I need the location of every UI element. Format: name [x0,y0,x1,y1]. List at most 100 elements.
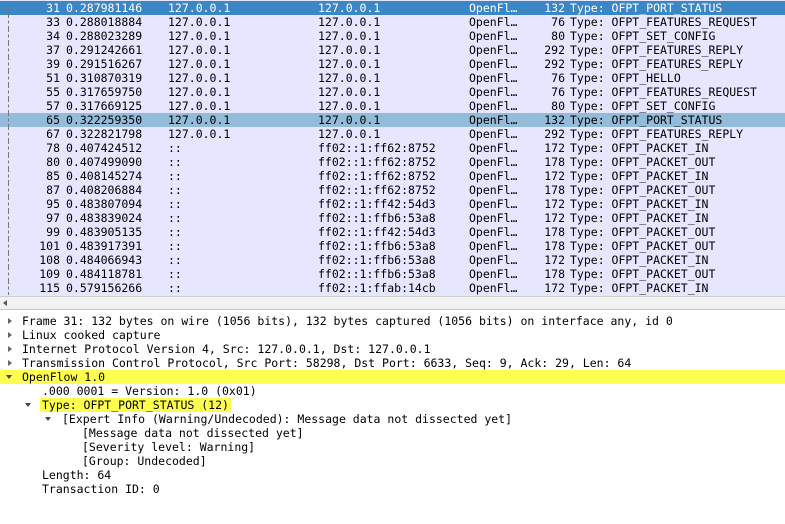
packet-info: Type: OFPT_PACKET_IN [570,197,709,211]
expand-arrow-icon[interactable] [8,360,12,366]
packet-row[interactable]: 34 0.288023289 127.0.0.1 127.0.0.1 OpenFl… 80… [0,29,785,43]
packet-protocol: OpenFl… [469,57,518,71]
tree-item-severity[interactable]: [Severity level: Warning] [0,440,785,454]
related-packet-line-icon [0,225,14,239]
expand-arrow-icon[interactable] [8,346,12,352]
tree-item-version[interactable]: .000 0001 = Version: 1.0 (0x01) [0,384,785,398]
expand-arrow-icon[interactable] [8,318,12,324]
packet-number: 51 [46,71,60,85]
tree-item-ipv4[interactable]: Internet Protocol Version 4, Src: 127.0.… [0,342,785,356]
packet-length: 178 [544,225,565,239]
packet-protocol: OpenFl… [469,267,518,281]
packet-row[interactable]: 65 0.322259350 127.0.0.1 127.0.0.1 OpenFl… 13… [0,113,785,127]
packet-row[interactable]: 101 0.483917391:: ff02::1:ffb6:53a8 OpenFl…… [0,239,785,253]
packet-destination: 127.0.0.1 [318,15,381,29]
packet-row[interactable]: 55 0.317659750 127.0.0.1 127.0.0.1 OpenFl… 76… [0,85,785,99]
packet-destination: ff02::1:ff62:8752 [318,155,436,169]
packet-protocol: OpenFl… [469,141,518,155]
horizontal-scrollbar[interactable] [0,296,785,310]
packet-destination: ff02::1:ff42:54d3 [318,197,436,211]
scroll-left-arrow-icon[interactable] [3,300,7,306]
packet-row[interactable]: 39 0.291516267 127.0.0.1 127.0.0.1 OpenFl… 29… [0,57,785,71]
packet-info: Type: OFPT_PACKET_OUT [570,225,716,239]
packet-info: Type: OFPT_SET_CONFIG [570,99,716,113]
tree-item-transaction-id[interactable]: Transaction ID: 0 [0,482,785,496]
tree-item-frame[interactable]: Frame 31: 132 bytes on wire (1056 bits),… [0,314,785,328]
packet-protocol: OpenFl… [469,127,518,141]
tree-item-type[interactable]: Type: OFPT_PORT_STATUS (12) [0,398,785,412]
packet-protocol: OpenFl… [469,85,518,99]
packet-info: Type: OFPT_PACKET_OUT [570,155,716,169]
packet-source: 127.0.0.1 [168,1,231,15]
packet-row[interactable]: 97 0.483839024:: ff02::1:ffb6:53a8 OpenFl… 1… [0,211,785,225]
packet-row[interactable]: 85 0.408145274:: ff02::1:ff62:8752 OpenFl… 1… [0,169,785,183]
packet-source: 127.0.0.1 [168,57,231,71]
packet-protocol: OpenFl… [469,71,518,85]
packet-protocol: OpenFl… [469,211,518,225]
packet-row[interactable]: 115 0.579156266:: ff02::1:ffab:14cb OpenFl…… [0,281,785,295]
related-packet-line-icon [0,15,14,29]
related-packet-line-icon [0,155,14,169]
expand-arrow-icon[interactable] [8,332,12,338]
related-packet-line-icon [0,85,14,99]
packet-row[interactable]: 37 0.291242661 127.0.0.1 127.0.0.1 OpenFl… 29… [0,43,785,57]
packet-info: Type: OFPT_PACKET_IN [570,169,709,183]
tree-item-expert-info[interactable]: [Expert Info (Warning/Undecoded): Messag… [0,412,785,426]
packet-length: 76 [551,71,565,85]
packet-destination: 127.0.0.1 [318,99,381,113]
collapse-arrow-icon[interactable] [45,417,51,421]
packet-number: 97 [46,211,60,225]
packet-source: :: [168,183,182,197]
packet-destination: 127.0.0.1 [318,71,381,85]
tree-item-linux-cooked-capture[interactable]: Linux cooked capture [0,328,785,342]
packet-length: 292 [544,57,565,71]
packet-info: Type: OFPT_PACKET_IN [570,253,709,267]
packet-source: 127.0.0.1 [168,15,231,29]
packet-time: 0.483839024 [66,211,143,225]
packet-row[interactable]: 67 0.322821798 127.0.0.1 127.0.0.1 OpenFl… 29… [0,127,785,141]
tree-item-expert-message[interactable]: [Message data not dissected yet] [0,426,785,440]
packet-length: 132 [544,113,565,127]
packet-info: Type: OFPT_PACKET_IN [570,141,709,155]
packet-number: 65 [46,113,60,127]
packet-time: 0.287981146 [66,1,143,15]
packet-length: 76 [551,15,565,29]
packet-protocol: OpenFl… [469,253,518,267]
packet-row[interactable]: 78 0.407424512:: ff02::1:ff62:8752 OpenFl… 1… [0,141,785,155]
tree-item-label: Frame 31: 132 bytes on wire (1056 bits),… [22,314,673,328]
packet-info: Type: OFPT_FEATURES_REPLY [570,57,744,71]
packet-row[interactable]: 31 0.287981146 127.0.0.1 127.0.0.1 OpenFl… 13… [0,1,785,15]
collapse-arrow-icon[interactable] [6,375,12,379]
packet-destination: ff02::1:ffab:14cb [318,281,436,295]
packet-row[interactable]: 95 0.483807094:: ff02::1:ff42:54d3 OpenFl… 1… [0,197,785,211]
tree-item-label: Transmission Control Protocol, Src Port:… [22,356,632,370]
tree-item-openflow[interactable]: OpenFlow 1.0 [0,370,785,384]
tree-item-tcp[interactable]: Transmission Control Protocol, Src Port:… [0,356,785,370]
packet-row[interactable]: 57 0.317669125 127.0.0.1 127.0.0.1 OpenFl… 80… [0,99,785,113]
tree-item-group[interactable]: [Group: Undecoded] [0,454,785,468]
packet-row[interactable]: 108 0.484066943:: ff02::1:ffb6:53a8 OpenFl…… [0,253,785,267]
packet-row[interactable]: 87 0.408206884:: ff02::1:ff62:8752 OpenFl… 1… [0,183,785,197]
packet-row[interactable]: 99 0.483905135:: ff02::1:ff42:54d3 OpenFl… 1… [0,225,785,239]
related-packet-line-icon [0,29,14,43]
collapse-arrow-icon[interactable] [25,403,31,407]
packet-number: 33 [46,15,60,29]
packet-source: 127.0.0.1 [168,113,231,127]
packet-row[interactable]: 80 0.407499090:: ff02::1:ff62:8752 OpenFl… 1… [0,155,785,169]
packet-info: Type: OFPT_FEATURES_REPLY [570,127,744,141]
packet-source: :: [168,267,182,281]
packet-row[interactable]: 33 0.288018884 127.0.0.1 127.0.0.1 OpenFl… 76… [0,15,785,29]
packet-number: 34 [46,29,60,43]
packet-row[interactable]: 51 0.310870319 127.0.0.1 127.0.0.1 OpenFl… 76… [0,71,785,85]
tree-item-length[interactable]: Length: 64 [0,468,785,482]
packet-details-tree[interactable]: Frame 31: 132 bytes on wire (1056 bits),… [0,313,785,509]
packet-protocol: OpenFl… [469,155,518,169]
packet-length: 172 [544,169,565,183]
packet-time: 0.322821798 [66,127,143,141]
packet-row[interactable]: 109 0.484118781:: ff02::1:ffb6:53a8 OpenFl…… [0,267,785,281]
packet-list[interactable]: 31 0.287981146 127.0.0.1 127.0.0.1 OpenFl… 13… [0,0,785,296]
packet-time: 0.484066943 [66,253,143,267]
packet-length: 292 [544,43,565,57]
packet-time: 0.288023289 [66,29,143,43]
packet-destination: 127.0.0.1 [318,43,381,57]
